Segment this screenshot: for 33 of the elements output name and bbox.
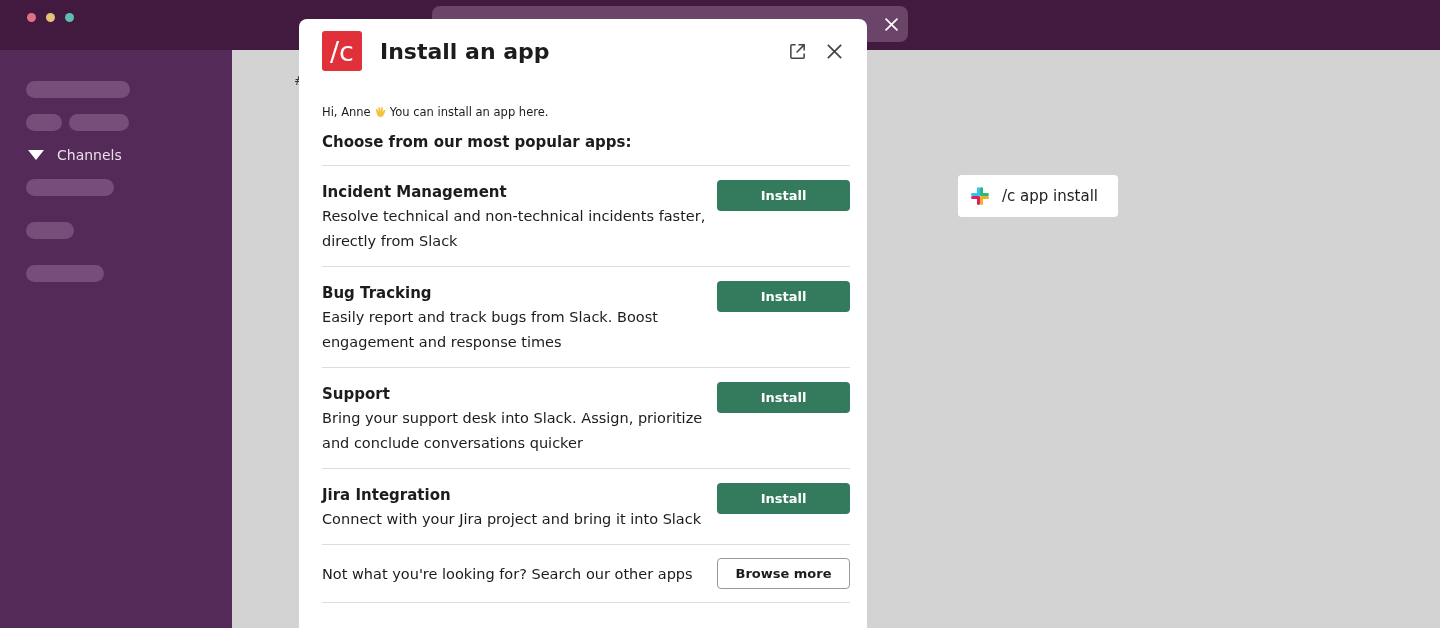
app-logo: /c (322, 31, 362, 71)
dialog-title: Install an app (380, 38, 551, 64)
window-control[interactable] (27, 13, 36, 22)
hash-logo-icon (970, 186, 990, 206)
channels-section[interactable]: Channels (28, 147, 122, 163)
app-name: Bug Tracking (322, 283, 433, 304)
app-description: Resolve technical and non-technical incidents faster, directly from Slack (322, 207, 707, 251)
app-description: Bring your support desk into Slack. Assign, prioritize and conclude conversations quicker (322, 409, 704, 453)
external-link-icon[interactable] (788, 41, 807, 61)
app-description: Easily report and track bugs from Slack. Boost engagement and response times (322, 308, 659, 352)
app-description: Connect with your Jira project and bring it into Slack (322, 510, 703, 529)
placeholder-bar (26, 114, 62, 131)
waving-hand-icon (373, 105, 387, 119)
app-name: Jira Integration (322, 485, 452, 506)
greeting-text: Hi, Anne (322, 105, 371, 119)
footer-text: Not what you're looking for? Search our other apps (322, 565, 693, 582)
greeting-text: You can install an app here. (389, 105, 549, 119)
app-name: Incident Management (322, 182, 508, 203)
window-control[interactable] (46, 13, 55, 22)
browse-more-button[interactable]: Browse more (717, 558, 850, 589)
install-button[interactable]: Install (717, 281, 850, 312)
window-control[interactable] (65, 13, 74, 22)
install-button[interactable]: Install (717, 382, 850, 413)
placeholder-bar (69, 114, 129, 131)
caret-icon (28, 149, 44, 161)
section-heading: Choose from our most popular apps: (322, 133, 850, 166)
command-suggestion[interactable]: /c app install (958, 175, 1118, 217)
close-icon[interactable] (883, 15, 900, 33)
close-icon[interactable] (825, 41, 844, 61)
placeholder-bar (26, 222, 74, 239)
app-name: Support (322, 384, 391, 405)
install-button[interactable]: Install (717, 180, 850, 211)
install-button[interactable]: Install (717, 483, 850, 514)
